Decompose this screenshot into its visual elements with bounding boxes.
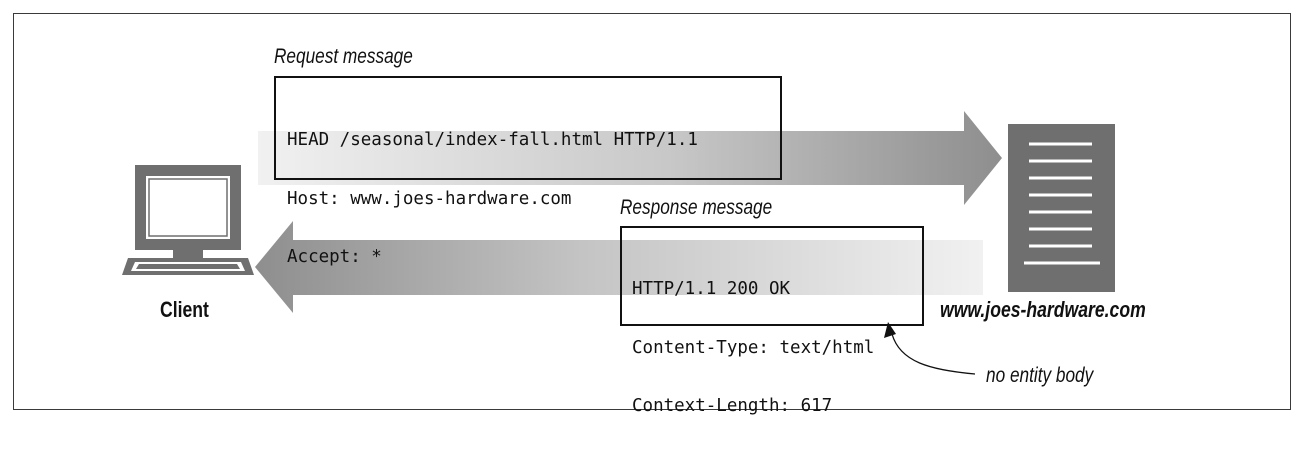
computer-monitor-icon: [122, 165, 254, 275]
request-line-2: Host: www.joes-hardware.com: [287, 188, 572, 209]
server-label: www.joes-hardware.com: [940, 297, 1146, 322]
diagram-canvas: Request message Response message HEAD /s…: [0, 0, 1308, 430]
request-line-1: HEAD /seasonal/index-fall.html HTTP/1.1: [287, 130, 698, 150]
annotation-text: no entity body: [986, 364, 1094, 387]
response-line-2: Content-Type: text/html: [632, 337, 875, 358]
request-title: Request message: [274, 45, 413, 68]
response-line-1: HTTP/1.1 200 OK: [632, 279, 791, 299]
server-tower-icon: [1008, 124, 1115, 292]
client-label: Client: [160, 297, 209, 322]
response-line-3: Context-Length: 617: [632, 396, 833, 416]
response-message-box: HTTP/1.1 200 OK Content-Type: text/html …: [620, 226, 924, 416]
request-message-box: HEAD /seasonal/index-fall.html HTTP/1.1 …: [274, 76, 782, 267]
annotation-leader: [891, 333, 976, 375]
